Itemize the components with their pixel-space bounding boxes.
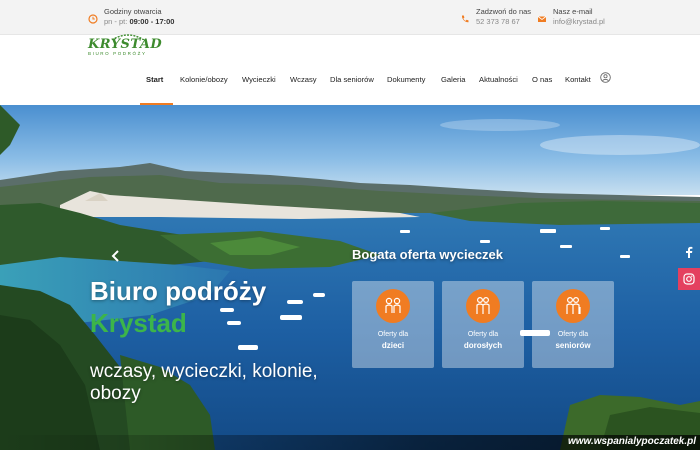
nav-item-kolonie-obozy[interactable]: Kolonie/obozy (180, 75, 228, 84)
offer-card-adults-title: dorosłych (463, 341, 503, 350)
phone-title: Zadzwoń do nas (476, 7, 532, 16)
nav-item-start[interactable]: Start (146, 75, 163, 84)
nav-item-wczasy[interactable]: Wczasy (290, 75, 317, 84)
slider-prev-arrow-icon[interactable] (110, 249, 122, 263)
offer-card-seniors-title: seniorów (555, 341, 591, 350)
hero-title-accent: Krystad (90, 308, 187, 338)
seniors-icon (566, 296, 581, 314)
nav-item-kontakt[interactable]: Kontakt (565, 75, 591, 84)
opening-hours-days: pn - pt: (104, 17, 128, 26)
offers-heading: Bogata oferta wycieczek (352, 247, 504, 262)
site-logo[interactable]: KRYSTAD BIURO PODRÓŻY (88, 34, 166, 56)
offer-card-children-label: Oferty dla (377, 331, 409, 338)
clock-icon (88, 14, 98, 24)
children-icon (385, 297, 401, 313)
site-header: KRYSTAD BIURO PODRÓŻY Start Kolonie/oboz… (0, 34, 700, 105)
watermark-text: www.wspanialypoczatek.pl (568, 436, 696, 447)
user-account-icon[interactable] (600, 72, 611, 83)
opening-hours-value: 09:00 - 17:00 (129, 17, 175, 26)
hero-title: Biuro podróży (90, 276, 267, 306)
nav-item-aktualnosci[interactable]: Aktualności (479, 75, 518, 84)
top-info-bar: Godziny otwarcia pn - pt: 09:00 - 17:00 … (0, 0, 700, 35)
instagram-icon (683, 273, 695, 285)
seniors-icon-circle (556, 289, 590, 323)
phone-number[interactable]: 52 373 78 67 (476, 17, 531, 27)
email-title: Nasz e-mail (553, 7, 593, 16)
offer-card-adults[interactable]: Oferty dla dorosłych (442, 281, 524, 368)
hero-slider: Biuro podróży Krystad wczasy, wycieczki,… (0, 105, 700, 450)
envelope-icon (537, 16, 547, 22)
logo-sun-arc (111, 34, 145, 40)
nav-item-dla-seniorow[interactable]: Dla seniorów (330, 75, 374, 84)
offer-card-children[interactable]: Oferty dla dzieci (352, 281, 434, 368)
offer-card-seniors[interactable]: Oferty dla seniorów (532, 281, 614, 368)
email-address[interactable]: info@krystad.pl (553, 17, 605, 27)
facebook-icon (686, 246, 693, 258)
nav-item-galeria[interactable]: Galeria (441, 75, 465, 84)
nav-item-wycieczki[interactable]: Wycieczki (242, 75, 276, 84)
phone-icon (461, 15, 469, 23)
adults-icon-circle (466, 289, 500, 323)
opening-hours-title: Godziny otwarcia (104, 7, 162, 16)
logo-name: KRYSTAD (88, 37, 163, 52)
nav-item-o-nas[interactable]: O nas (532, 75, 552, 84)
offer-card-seniors-label: Oferty dla (557, 331, 589, 338)
facebook-link[interactable] (678, 241, 700, 263)
children-icon-circle (376, 289, 410, 323)
adults-icon (476, 296, 490, 314)
hero-subtitle: wczasy, wycieczki, kolonie, obozy (90, 361, 318, 404)
email-contact[interactable]: Nasz e-mail info@krystad.pl (537, 7, 605, 27)
offer-card-adults-label: Oferty dla (467, 331, 499, 338)
opening-hours: Godziny otwarcia pn - pt: 09:00 - 17:00 (88, 7, 174, 27)
offer-card-children-title: dzieci (381, 341, 405, 350)
instagram-link[interactable] (678, 268, 700, 290)
phone-contact[interactable]: Zadzwoń do nas 52 373 78 67 (460, 7, 531, 27)
nav-item-dokumenty[interactable]: Dokumenty (387, 75, 425, 84)
